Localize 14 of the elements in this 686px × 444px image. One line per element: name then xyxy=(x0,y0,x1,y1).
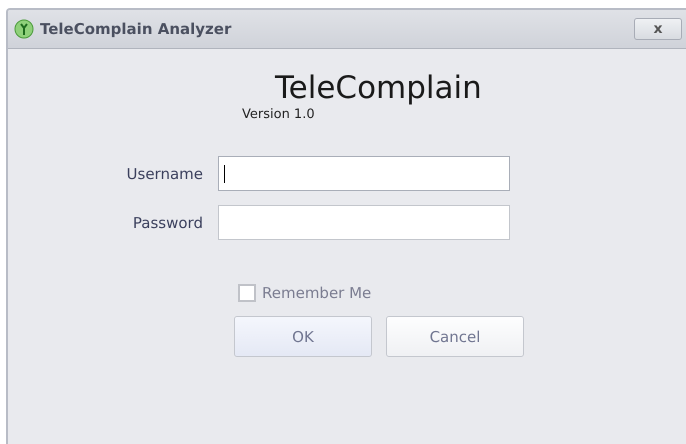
version-text: Version 1.0 xyxy=(242,107,315,122)
window-title: TeleComplain Analyzer xyxy=(40,20,232,38)
close-button[interactable]: x xyxy=(634,18,682,40)
cancel-button[interactable]: Cancel xyxy=(386,316,524,357)
field-label: Username xyxy=(126,164,204,182)
app-name: TeleComplain xyxy=(275,69,482,107)
ok-button[interactable]: OK xyxy=(234,316,372,357)
checkbox[interactable] xyxy=(238,284,256,302)
antenna-icon xyxy=(14,19,34,39)
field-label: Password xyxy=(132,214,204,232)
text-cursor xyxy=(224,164,225,182)
input-field[interactable] xyxy=(218,205,510,240)
checkbox-label: Remember Me xyxy=(262,284,372,302)
input-field[interactable] xyxy=(218,156,510,191)
